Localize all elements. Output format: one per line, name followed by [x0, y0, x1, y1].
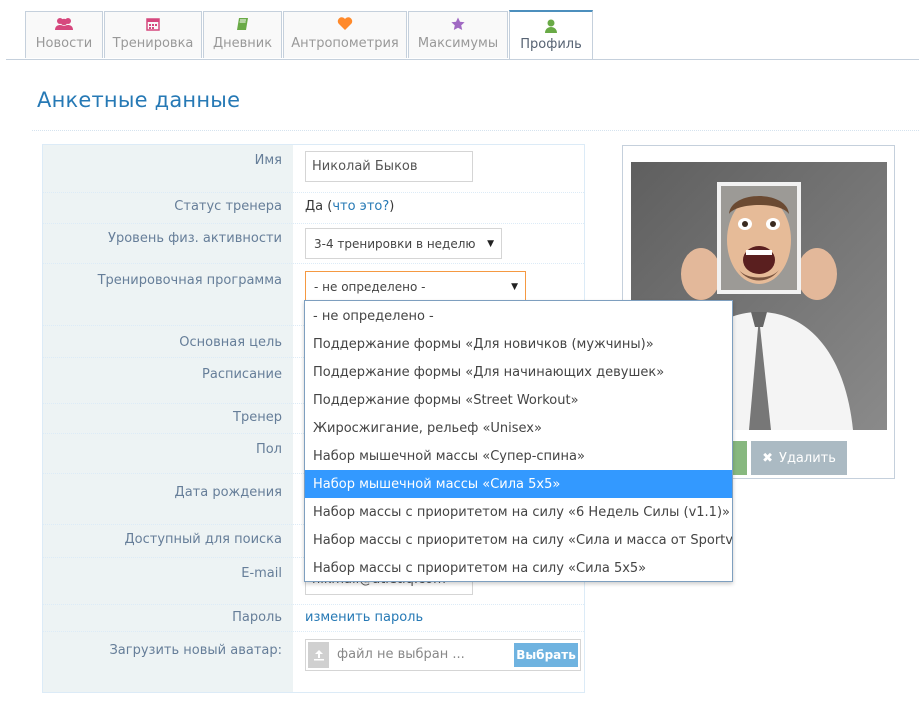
- program-select[interactable]: - не определено - ▼: [305, 271, 526, 302]
- tab-anthropometry[interactable]: Антропометрия: [283, 11, 407, 58]
- trainer-status-value: Да (что это?): [305, 199, 394, 214]
- delete-avatar-button[interactable]: ✖ Удалить: [751, 441, 847, 475]
- activity-label: Уровень физ. активности: [108, 231, 282, 246]
- birthdate-label: Дата рождения: [174, 485, 282, 500]
- email-label: E-mail: [241, 566, 282, 581]
- change-password-link[interactable]: изменить пароль: [305, 610, 423, 625]
- what-is-this-link[interactable]: что это?: [332, 199, 389, 214]
- delete-label: Удалить: [779, 450, 836, 466]
- program-option[interactable]: Поддержание формы «Для новичков (мужчины…: [305, 330, 732, 358]
- user-icon: [510, 19, 592, 33]
- tab-profile[interactable]: Профиль: [509, 10, 593, 59]
- page-title: Анкетные данные: [37, 88, 241, 112]
- paren-close: ): [389, 199, 395, 214]
- row-password: Пароль изменить пароль: [43, 604, 584, 632]
- trainer-status-label: Статус тренера: [174, 199, 282, 214]
- program-option[interactable]: Поддержание формы «Street Workout»: [305, 386, 732, 414]
- upload-icon: [308, 642, 329, 668]
- tab-maximums[interactable]: Максимумы: [408, 11, 508, 58]
- program-option[interactable]: Жиросжигание, рельеф «Unisex»: [305, 414, 732, 442]
- avatar-label: Загрузить новый аватар:: [109, 643, 282, 658]
- avatar-file-input[interactable]: файл не выбран ... Выбрать: [305, 639, 581, 671]
- trainer-status-yes: Да: [305, 199, 324, 214]
- star-icon: [409, 17, 507, 31]
- choose-file-button[interactable]: Выбрать: [514, 643, 578, 667]
- program-option-selected[interactable]: Набор мышечной массы «Сила 5x5»: [305, 470, 732, 498]
- close-icon: ✖: [762, 450, 774, 466]
- tab-diary-label: Дневник: [212, 36, 273, 51]
- password-label: Пароль: [232, 610, 282, 625]
- file-placeholder: файл не выбран ...: [337, 647, 465, 662]
- program-value: - не определено -: [314, 279, 426, 294]
- program-label: Тренировочная программа: [97, 273, 282, 288]
- name-label: Имя: [254, 153, 282, 168]
- program-option[interactable]: Набор массы с приоритетом на силу «6 Нед…: [305, 498, 732, 526]
- title-divider: [32, 130, 919, 131]
- tab-training-label: Тренировка: [112, 36, 194, 51]
- activity-value: 3-4 тренировки в неделю: [314, 236, 476, 251]
- program-option[interactable]: Набор массы с приоритетом на силу «Сила …: [305, 554, 732, 582]
- nav-tabs: Новости Тренировка Дневник Антропометрия…: [6, 0, 919, 60]
- tab-anthropometry-label: Антропометрия: [291, 36, 399, 51]
- schedule-label: Расписание: [202, 367, 282, 382]
- name-input[interactable]: Николай Быков: [305, 151, 473, 182]
- book-icon: [204, 17, 281, 31]
- caret-down-icon: ▼: [487, 238, 494, 249]
- heart-icon: [284, 17, 406, 31]
- program-option[interactable]: Поддержание формы «Для начинающих девуше…: [305, 358, 732, 386]
- program-option[interactable]: Набор массы с приоритетом на силу «Сила …: [305, 526, 732, 554]
- tab-training[interactable]: Тренировка: [104, 11, 202, 58]
- calendar-icon: [105, 17, 201, 31]
- program-dropdown-list[interactable]: - не определено - Поддержание формы «Для…: [304, 300, 733, 582]
- row-name: Имя Николай Быков: [43, 145, 584, 192]
- tab-diary[interactable]: Дневник: [203, 11, 282, 58]
- program-option[interactable]: Набор мышечной массы «Супер-спина»: [305, 442, 732, 470]
- row-trainer-status: Статус тренера Да (что это?): [43, 192, 584, 224]
- goal-label: Основная цель: [179, 335, 282, 350]
- tab-maximums-label: Максимумы: [417, 36, 499, 51]
- coach-label: Тренер: [233, 410, 282, 425]
- program-option[interactable]: - не определено -: [305, 302, 732, 330]
- name-value: Николай Быков: [312, 159, 418, 174]
- tab-profile-label: Профиль: [520, 37, 582, 52]
- green-button-edge[interactable]: [733, 441, 747, 475]
- tab-news-label: Новости: [35, 36, 93, 51]
- row-activity: Уровень физ. активности 3-4 тренировки в…: [43, 223, 584, 264]
- activity-select[interactable]: 3-4 тренировки в неделю ▼: [305, 228, 502, 259]
- users-icon: [26, 17, 102, 31]
- searchable-label: Доступный для поиска: [124, 532, 283, 547]
- caret-down-icon: ▼: [511, 281, 518, 292]
- tab-news[interactable]: Новости: [25, 11, 103, 58]
- gender-label: Пол: [255, 442, 282, 457]
